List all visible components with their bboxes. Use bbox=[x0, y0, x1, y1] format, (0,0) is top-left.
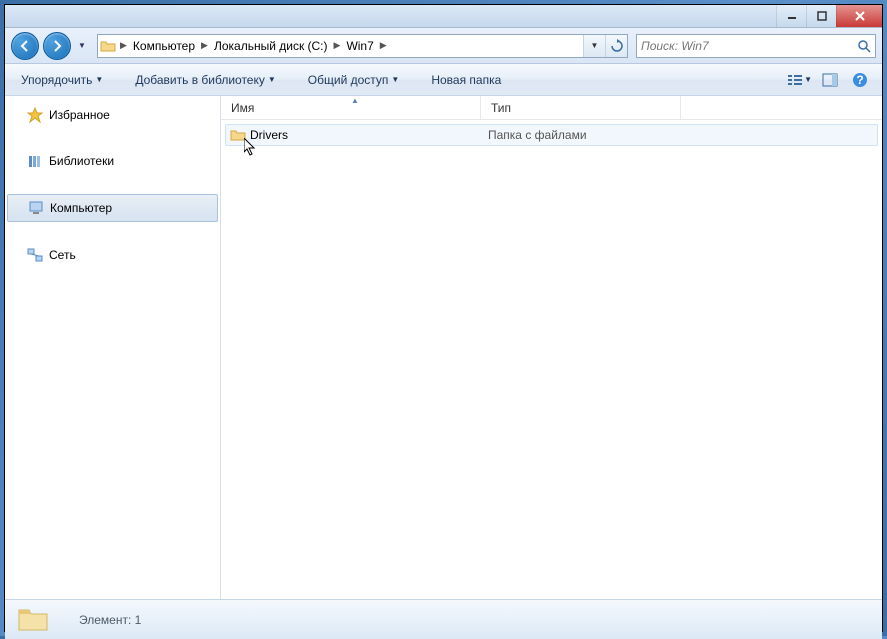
chevron-down-icon: ▼ bbox=[391, 75, 399, 84]
minimize-icon bbox=[787, 11, 797, 21]
file-type: Папка с файлами bbox=[488, 128, 587, 142]
svg-text:?: ? bbox=[856, 73, 863, 87]
explorer-window: ▼ ▶ Компьютер ▶ Локальный диск (C:) ▶ Wi… bbox=[4, 4, 883, 632]
search-box[interactable] bbox=[636, 34, 876, 58]
help-button[interactable]: ? bbox=[848, 69, 872, 91]
status-bar: Элемент: 1 bbox=[5, 599, 882, 639]
history-dropdown[interactable]: ▼ bbox=[75, 41, 89, 50]
back-button[interactable] bbox=[11, 32, 39, 60]
file-list[interactable]: Drivers Папка с файлами bbox=[221, 120, 882, 599]
organize-menu[interactable]: Упорядочить▼ bbox=[15, 69, 109, 91]
arrow-right-icon bbox=[50, 39, 64, 53]
chevron-right-icon[interactable]: ▶ bbox=[332, 40, 343, 51]
new-folder-label: Новая папка bbox=[431, 73, 501, 87]
maximize-button[interactable] bbox=[806, 5, 836, 27]
network-icon bbox=[27, 247, 43, 263]
maximize-icon bbox=[817, 11, 827, 21]
arrow-left-icon bbox=[18, 39, 32, 53]
sidebar-label: Сеть bbox=[49, 246, 76, 264]
address-bar[interactable]: ▶ Компьютер ▶ Локальный диск (C:) ▶ Win7… bbox=[97, 34, 628, 58]
breadcrumb-segment[interactable]: Win7 bbox=[342, 35, 377, 57]
sidebar-item-computer[interactable]: Компьютер bbox=[7, 194, 218, 222]
new-folder-button[interactable]: Новая папка bbox=[425, 69, 507, 91]
share-menu[interactable]: Общий доступ▼ bbox=[302, 69, 406, 91]
organize-label: Упорядочить bbox=[21, 73, 92, 87]
chevron-right-icon[interactable]: ▶ bbox=[378, 40, 389, 51]
folder-icon bbox=[230, 128, 246, 142]
content-area: Избранное Библиотеки Компьютер Сеть Имя … bbox=[5, 96, 882, 599]
status-text: Элемент: 1 bbox=[79, 613, 141, 627]
sidebar-item-libraries[interactable]: Библиотеки bbox=[5, 148, 220, 174]
view-icon bbox=[788, 73, 802, 87]
computer-icon bbox=[28, 200, 44, 216]
libraries-icon bbox=[27, 153, 43, 169]
close-icon bbox=[854, 10, 866, 22]
view-options-button[interactable]: ▼ bbox=[788, 69, 812, 91]
breadcrumb-segment[interactable]: Компьютер bbox=[129, 35, 199, 57]
share-label: Общий доступ bbox=[308, 73, 389, 87]
chevron-down-icon: ▼ bbox=[95, 75, 103, 84]
refresh-button[interactable] bbox=[605, 35, 627, 57]
star-icon bbox=[27, 107, 43, 123]
folder-icon bbox=[98, 39, 118, 53]
sidebar-label: Библиотеки bbox=[49, 152, 114, 170]
preview-pane-button[interactable] bbox=[818, 69, 842, 91]
toolbar: Упорядочить▼ Добавить в библиотеку▼ Общи… bbox=[5, 64, 882, 96]
file-name: Drivers bbox=[250, 128, 288, 142]
close-button[interactable] bbox=[836, 5, 882, 27]
sidebar-label: Компьютер bbox=[50, 199, 112, 217]
forward-button[interactable] bbox=[43, 32, 71, 60]
breadcrumb-segment[interactable]: Локальный диск (C:) bbox=[210, 35, 332, 57]
address-dropdown-button[interactable]: ▼ bbox=[583, 35, 605, 57]
add-library-label: Добавить в библиотеку bbox=[135, 73, 265, 87]
chevron-down-icon: ▼ bbox=[268, 75, 276, 84]
minimize-button[interactable] bbox=[776, 5, 806, 27]
column-headers: Имя ▲ Тип bbox=[221, 96, 882, 120]
folder-large-icon bbox=[17, 604, 49, 636]
sort-indicator-icon: ▲ bbox=[351, 96, 359, 105]
sidebar-item-favorites[interactable]: Избранное bbox=[5, 102, 220, 128]
navigation-pane: Избранное Библиотеки Компьютер Сеть bbox=[5, 96, 221, 599]
navbar: ▼ ▶ Компьютер ▶ Локальный диск (C:) ▶ Wi… bbox=[5, 28, 882, 64]
file-row[interactable]: Drivers Папка с файлами bbox=[225, 124, 878, 146]
search-icon[interactable] bbox=[857, 39, 871, 53]
column-header-type[interactable]: Тип bbox=[481, 96, 681, 119]
chevron-right-icon[interactable]: ▶ bbox=[199, 40, 210, 51]
chevron-down-icon: ▼ bbox=[804, 75, 812, 84]
add-to-library-menu[interactable]: Добавить в библиотеку▼ bbox=[129, 69, 281, 91]
chevron-right-icon[interactable]: ▶ bbox=[118, 40, 129, 51]
file-list-pane: Имя ▲ Тип Drivers Папка с файлами bbox=[221, 96, 882, 599]
help-icon: ? bbox=[852, 72, 868, 88]
search-input[interactable] bbox=[641, 39, 857, 53]
refresh-icon bbox=[610, 39, 624, 53]
pane-icon bbox=[822, 73, 838, 87]
titlebar bbox=[5, 5, 882, 28]
sidebar-label: Избранное bbox=[49, 106, 110, 124]
sidebar-item-network[interactable]: Сеть bbox=[5, 242, 220, 268]
